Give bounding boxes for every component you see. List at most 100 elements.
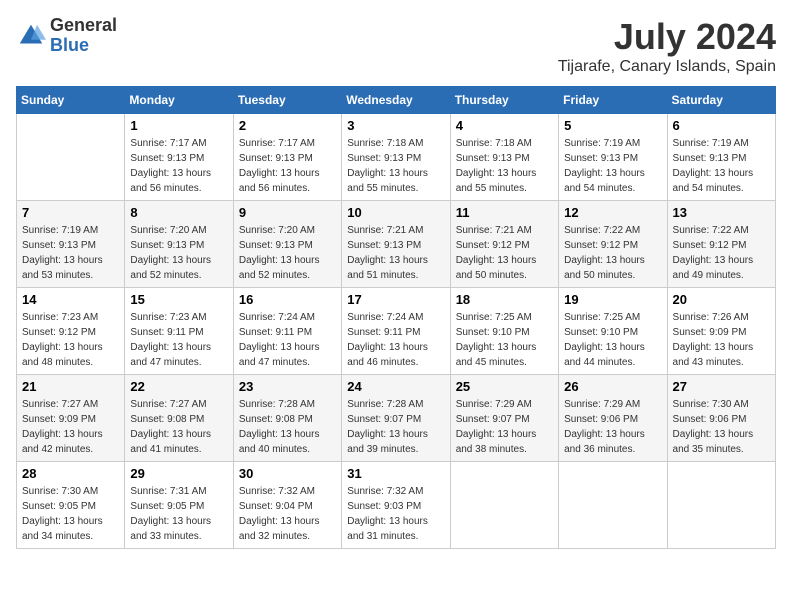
calendar-cell: 2Sunrise: 7:17 AMSunset: 9:13 PMDaylight… — [233, 114, 341, 201]
logo-general-text: General — [50, 16, 117, 36]
header: General Blue July 2024 Tijarafe, Canary … — [16, 16, 776, 76]
location-title: Tijarafe, Canary Islands, Spain — [558, 58, 776, 76]
calendar-body: 1 Sunrise: 7:17 AMSunset: 9:13 PMDaylight… — [17, 114, 776, 549]
header-day-saturday: Saturday — [667, 87, 775, 114]
calendar-cell — [667, 462, 775, 549]
day-number: 14 — [22, 292, 119, 307]
calendar-cell: 30Sunrise: 7:32 AMSunset: 9:04 PMDayligh… — [233, 462, 341, 549]
logo-text: General Blue — [50, 16, 117, 56]
calendar-cell: 23Sunrise: 7:28 AMSunset: 9:08 PMDayligh… — [233, 375, 341, 462]
header-day-sunday: Sunday — [17, 87, 125, 114]
calendar-cell: 29 Sunrise: 7:31 AMSunset: 9:05 PMDayligh… — [125, 462, 233, 549]
day-number: 10 — [347, 205, 444, 220]
header-day-thursday: Thursday — [450, 87, 558, 114]
week-row-4: 28Sunrise: 7:30 AMSunset: 9:05 PMDayligh… — [17, 462, 776, 549]
calendar-cell — [450, 462, 558, 549]
day-info: Sunrise: 7:21 AMSunset: 9:12 PMDaylight:… — [456, 223, 553, 283]
day-info: Sunrise: 7:30 AMSunset: 9:06 PMDaylight:… — [673, 397, 770, 457]
day-number: 18 — [456, 292, 553, 307]
day-number: 13 — [673, 205, 770, 220]
day-info: Sunrise: 7:31 AMSunset: 9:05 PMDaylight:… — [130, 484, 227, 544]
calendar-header: SundayMondayTuesdayWednesdayThursdayFrid… — [17, 87, 776, 114]
day-info: Sunrise: 7:20 AMSunset: 9:13 PMDaylight:… — [239, 223, 336, 283]
day-info: Sunrise: 7:18 AMSunset: 9:13 PMDaylight:… — [347, 136, 444, 196]
calendar-cell: 11Sunrise: 7:21 AMSunset: 9:12 PMDayligh… — [450, 201, 558, 288]
day-info: Sunrise: 7:25 AMSunset: 9:10 PMDaylight:… — [456, 310, 553, 370]
day-info: Sunrise: 7:29 AMSunset: 9:07 PMDaylight:… — [456, 397, 553, 457]
day-number: 27 — [673, 379, 770, 394]
week-row-0: 1 Sunrise: 7:17 AMSunset: 9:13 PMDaylight… — [17, 114, 776, 201]
day-number: 3 — [347, 118, 444, 133]
day-number: 26 — [564, 379, 661, 394]
day-info: Sunrise: 7:26 AMSunset: 9:09 PMDaylight:… — [673, 310, 770, 370]
day-number: 16 — [239, 292, 336, 307]
day-number: 31 — [347, 466, 444, 481]
calendar-cell: 19 Sunrise: 7:25 AMSunset: 9:10 PMDayligh… — [559, 288, 667, 375]
day-info: Sunrise: 7:28 AMSunset: 9:08 PMDaylight:… — [239, 397, 336, 457]
calendar-table: SundayMondayTuesdayWednesdayThursdayFrid… — [16, 86, 776, 549]
day-info: Sunrise: 7:18 AMSunset: 9:13 PMDaylight:… — [456, 136, 553, 196]
calendar-cell: 9 Sunrise: 7:20 AMSunset: 9:13 PMDaylight… — [233, 201, 341, 288]
day-number: 7 — [22, 205, 119, 220]
day-info: Sunrise: 7:32 AMSunset: 9:04 PMDaylight:… — [239, 484, 336, 544]
day-info: Sunrise: 7:25 AMSunset: 9:10 PMDaylight:… — [564, 310, 661, 370]
day-info: Sunrise: 7:28 AMSunset: 9:07 PMDaylight:… — [347, 397, 444, 457]
week-row-1: 7 Sunrise: 7:19 AMSunset: 9:13 PMDaylight… — [17, 201, 776, 288]
calendar-cell: 4 Sunrise: 7:18 AMSunset: 9:13 PMDaylight… — [450, 114, 558, 201]
calendar-cell — [559, 462, 667, 549]
calendar-cell: 5Sunrise: 7:19 AMSunset: 9:13 PMDaylight… — [559, 114, 667, 201]
day-info: Sunrise: 7:17 AMSunset: 9:13 PMDaylight:… — [130, 136, 227, 196]
day-number: 22 — [130, 379, 227, 394]
day-info: Sunrise: 7:22 AMSunset: 9:12 PMDaylight:… — [673, 223, 770, 283]
calendar-cell: 17 Sunrise: 7:24 AMSunset: 9:11 PMDayligh… — [342, 288, 450, 375]
day-info: Sunrise: 7:19 AMSunset: 9:13 PMDaylight:… — [22, 223, 119, 283]
week-row-3: 21Sunrise: 7:27 AMSunset: 9:09 PMDayligh… — [17, 375, 776, 462]
logo-blue-text: Blue — [50, 36, 117, 56]
day-number: 15 — [130, 292, 227, 307]
day-info: Sunrise: 7:23 AMSunset: 9:11 PMDaylight:… — [130, 310, 227, 370]
calendar-cell: 6Sunrise: 7:19 AMSunset: 9:13 PMDaylight… — [667, 114, 775, 201]
calendar-cell: 25 Sunrise: 7:29 AMSunset: 9:07 PMDayligh… — [450, 375, 558, 462]
day-number: 29 — [130, 466, 227, 481]
calendar-cell: 1 Sunrise: 7:17 AMSunset: 9:13 PMDaylight… — [125, 114, 233, 201]
calendar-cell — [17, 114, 125, 201]
header-day-friday: Friday — [559, 87, 667, 114]
calendar-cell: 7 Sunrise: 7:19 AMSunset: 9:13 PMDaylight… — [17, 201, 125, 288]
month-title: July 2024 — [558, 16, 776, 58]
day-info: Sunrise: 7:21 AMSunset: 9:13 PMDaylight:… — [347, 223, 444, 283]
day-number: 2 — [239, 118, 336, 133]
day-info: Sunrise: 7:27 AMSunset: 9:08 PMDaylight:… — [130, 397, 227, 457]
calendar-cell: 31Sunrise: 7:32 AMSunset: 9:03 PMDayligh… — [342, 462, 450, 549]
calendar-cell: 20 Sunrise: 7:26 AMSunset: 9:09 PMDayligh… — [667, 288, 775, 375]
day-number: 25 — [456, 379, 553, 394]
day-number: 5 — [564, 118, 661, 133]
calendar-cell: 12 Sunrise: 7:22 AMSunset: 9:12 PMDayligh… — [559, 201, 667, 288]
day-number: 19 — [564, 292, 661, 307]
header-day-tuesday: Tuesday — [233, 87, 341, 114]
logo: General Blue — [16, 16, 117, 56]
day-number: 12 — [564, 205, 661, 220]
day-number: 8 — [130, 205, 227, 220]
calendar-cell: 18 Sunrise: 7:25 AMSunset: 9:10 PMDayligh… — [450, 288, 558, 375]
calendar-cell: 14 Sunrise: 7:23 AMSunset: 9:12 PMDayligh… — [17, 288, 125, 375]
calendar-cell: 28Sunrise: 7:30 AMSunset: 9:05 PMDayligh… — [17, 462, 125, 549]
calendar-cell: 10 Sunrise: 7:21 AMSunset: 9:13 PMDayligh… — [342, 201, 450, 288]
calendar-cell: 3 Sunrise: 7:18 AMSunset: 9:13 PMDaylight… — [342, 114, 450, 201]
header-day-wednesday: Wednesday — [342, 87, 450, 114]
calendar-cell: 24Sunrise: 7:28 AMSunset: 9:07 PMDayligh… — [342, 375, 450, 462]
day-info: Sunrise: 7:22 AMSunset: 9:12 PMDaylight:… — [564, 223, 661, 283]
week-row-2: 14 Sunrise: 7:23 AMSunset: 9:12 PMDayligh… — [17, 288, 776, 375]
day-number: 20 — [673, 292, 770, 307]
day-number: 9 — [239, 205, 336, 220]
day-info: Sunrise: 7:24 AMSunset: 9:11 PMDaylight:… — [239, 310, 336, 370]
day-info: Sunrise: 7:23 AMSunset: 9:12 PMDaylight:… — [22, 310, 119, 370]
day-number: 1 — [130, 118, 227, 133]
day-number: 17 — [347, 292, 444, 307]
day-info: Sunrise: 7:29 AMSunset: 9:06 PMDaylight:… — [564, 397, 661, 457]
calendar-cell: 13 Sunrise: 7:22 AMSunset: 9:12 PMDayligh… — [667, 201, 775, 288]
day-info: Sunrise: 7:24 AMSunset: 9:11 PMDaylight:… — [347, 310, 444, 370]
calendar-cell: 8Sunrise: 7:20 AMSunset: 9:13 PMDaylight… — [125, 201, 233, 288]
day-number: 4 — [456, 118, 553, 133]
day-info: Sunrise: 7:19 AMSunset: 9:13 PMDaylight:… — [673, 136, 770, 196]
title-area: July 2024 Tijarafe, Canary Islands, Spai… — [558, 16, 776, 76]
